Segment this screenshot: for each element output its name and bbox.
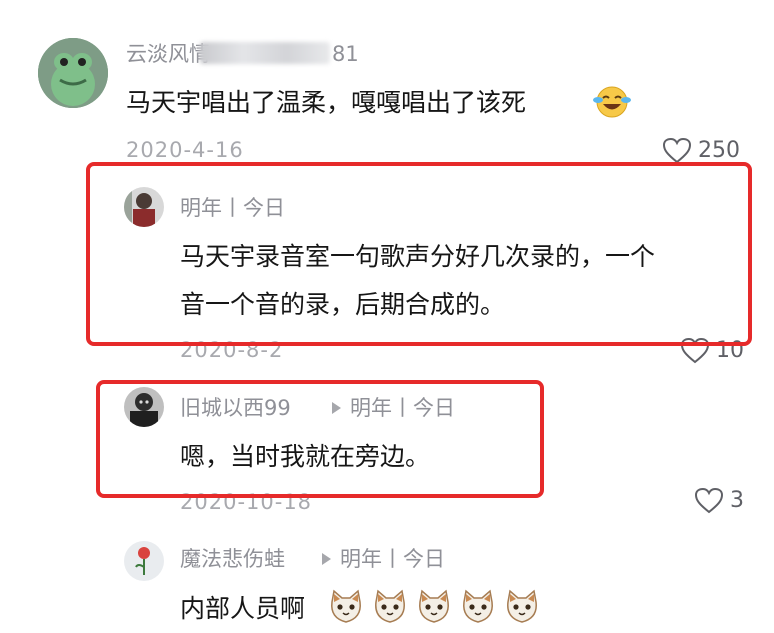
cat-face-icon bbox=[375, 589, 405, 623]
reply-to-username[interactable]: 明年丨今日 bbox=[340, 549, 445, 570]
username[interactable]: 云淡风情 bbox=[126, 44, 210, 65]
comment-date: 2020-4-16 bbox=[126, 138, 244, 162]
username-redacted bbox=[200, 42, 330, 64]
avatar[interactable] bbox=[38, 38, 108, 108]
cat-face-icon bbox=[419, 589, 449, 623]
comment-text: 马天宇唱出了温柔，嘎嘎唱出了该死 bbox=[126, 88, 527, 117]
highlight-box bbox=[86, 162, 752, 346]
like-button[interactable] bbox=[694, 487, 724, 514]
like-count: 250 bbox=[698, 138, 740, 163]
reply-arrow-icon bbox=[322, 553, 331, 565]
face-with-tears-of-joy-icon bbox=[592, 84, 632, 118]
cat-face-icon bbox=[331, 589, 361, 623]
comment-text: 内部人员啊 bbox=[180, 594, 306, 623]
avatar[interactable] bbox=[124, 541, 164, 581]
heart-icon bbox=[694, 487, 724, 514]
username-suffix: 81 bbox=[332, 42, 359, 66]
frog-avatar-icon bbox=[38, 38, 108, 108]
cat-face-icon bbox=[507, 589, 537, 623]
username[interactable]: 魔法悲伤蛙 bbox=[180, 549, 285, 570]
like-count: 3 bbox=[730, 488, 744, 513]
like-button[interactable] bbox=[662, 137, 692, 164]
highlight-box bbox=[96, 380, 544, 498]
flower-avatar-icon bbox=[124, 541, 164, 581]
cat-face-icon bbox=[463, 589, 493, 623]
heart-icon bbox=[662, 137, 692, 164]
emoji-row bbox=[326, 588, 542, 626]
